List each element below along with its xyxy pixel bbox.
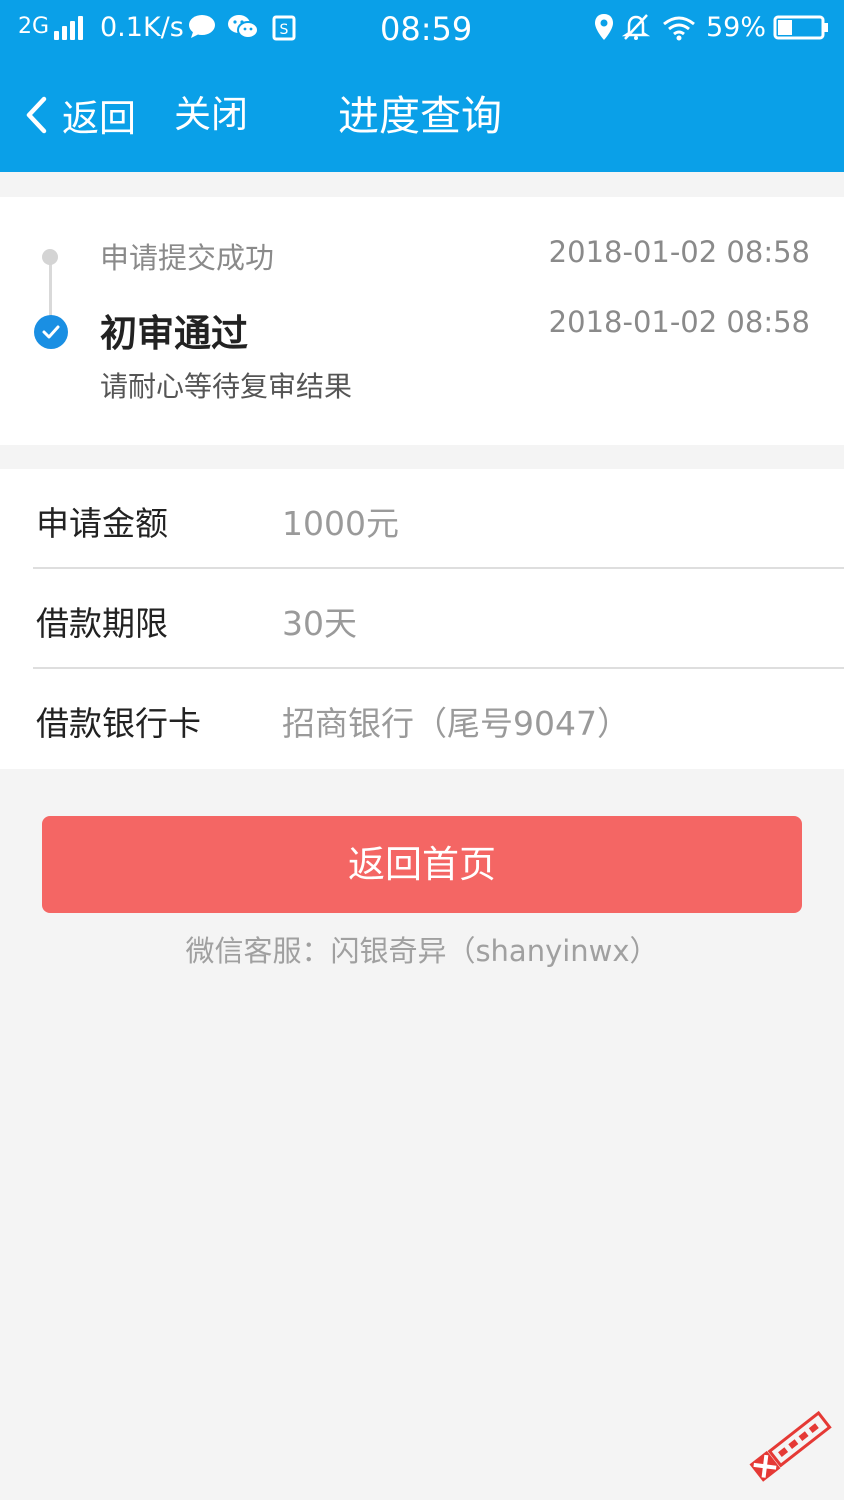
chevron-left-icon [26, 96, 47, 134]
bell-muted-icon [621, 13, 651, 41]
loan-details-card: 申请金额 1000元 借款期限 30天 借款银行卡 招商银行（尾号9047） [0, 469, 844, 769]
network-speed: 0.1K/s [100, 12, 184, 43]
detail-value: 30天 [282, 604, 357, 643]
step-label-first-review: 初审通过 [100, 312, 248, 355]
step-time-first-review: 2018-01-02 08:58 [548, 305, 810, 339]
network-type: 2G [18, 14, 50, 39]
status-bar: 2G 0.1K/s S 08:59 59% [0, 0, 844, 58]
signal-icon [54, 16, 88, 40]
wechat-icon [227, 14, 259, 40]
battery-percent: 59% [706, 12, 767, 43]
svg-text:S: S [280, 22, 289, 38]
location-icon [594, 13, 614, 41]
step-description: 请耐心等待复审结果 [100, 370, 353, 403]
clock: 08:59 [380, 10, 473, 48]
back-button[interactable]: 返回 [22, 90, 136, 140]
timeline-dot [42, 249, 58, 265]
return-home-button[interactable]: 返回首页 [42, 816, 802, 913]
customer-service-text: 微信客服：闪银奇异（shanyinwx） [185, 934, 659, 968]
back-label: 返回 [62, 97, 136, 140]
step-label-submitted: 申请提交成功 [100, 241, 275, 275]
wifi-icon [662, 15, 696, 41]
battery-icon [773, 15, 829, 40]
check-circle-icon [34, 315, 68, 349]
detail-label: 借款银行卡 [36, 704, 201, 743]
detail-row-term: 借款期限 30天 [0, 569, 844, 669]
page-title: 进度查询 [338, 92, 502, 140]
nav-bar: 返回 关闭 进度查询 [0, 58, 844, 172]
header: 2G 0.1K/s S 08:59 59% 返回 关闭 进度查询 [0, 0, 844, 172]
detail-value: 1000元 [282, 504, 399, 543]
detail-value: 招商银行（尾号9047） [282, 704, 630, 743]
sim-icon: S [272, 15, 296, 41]
chat-bubble-icon [188, 15, 216, 39]
timeline-connector [49, 257, 52, 317]
step-time-submitted: 2018-01-02 08:58 [548, 235, 810, 269]
progress-card: 申请提交成功 2018-01-02 08:58 初审通过 2018-01-02 … [0, 197, 844, 445]
detail-row-amount: 申请金额 1000元 [0, 469, 844, 569]
detail-row-bank-card: 借款银行卡 招商银行（尾号9047） [0, 669, 844, 769]
detail-label: 申请金额 [36, 504, 168, 543]
detail-label: 借款期限 [36, 604, 168, 643]
close-button[interactable]: 关闭 [174, 90, 248, 140]
watermark-logo [738, 1402, 842, 1494]
